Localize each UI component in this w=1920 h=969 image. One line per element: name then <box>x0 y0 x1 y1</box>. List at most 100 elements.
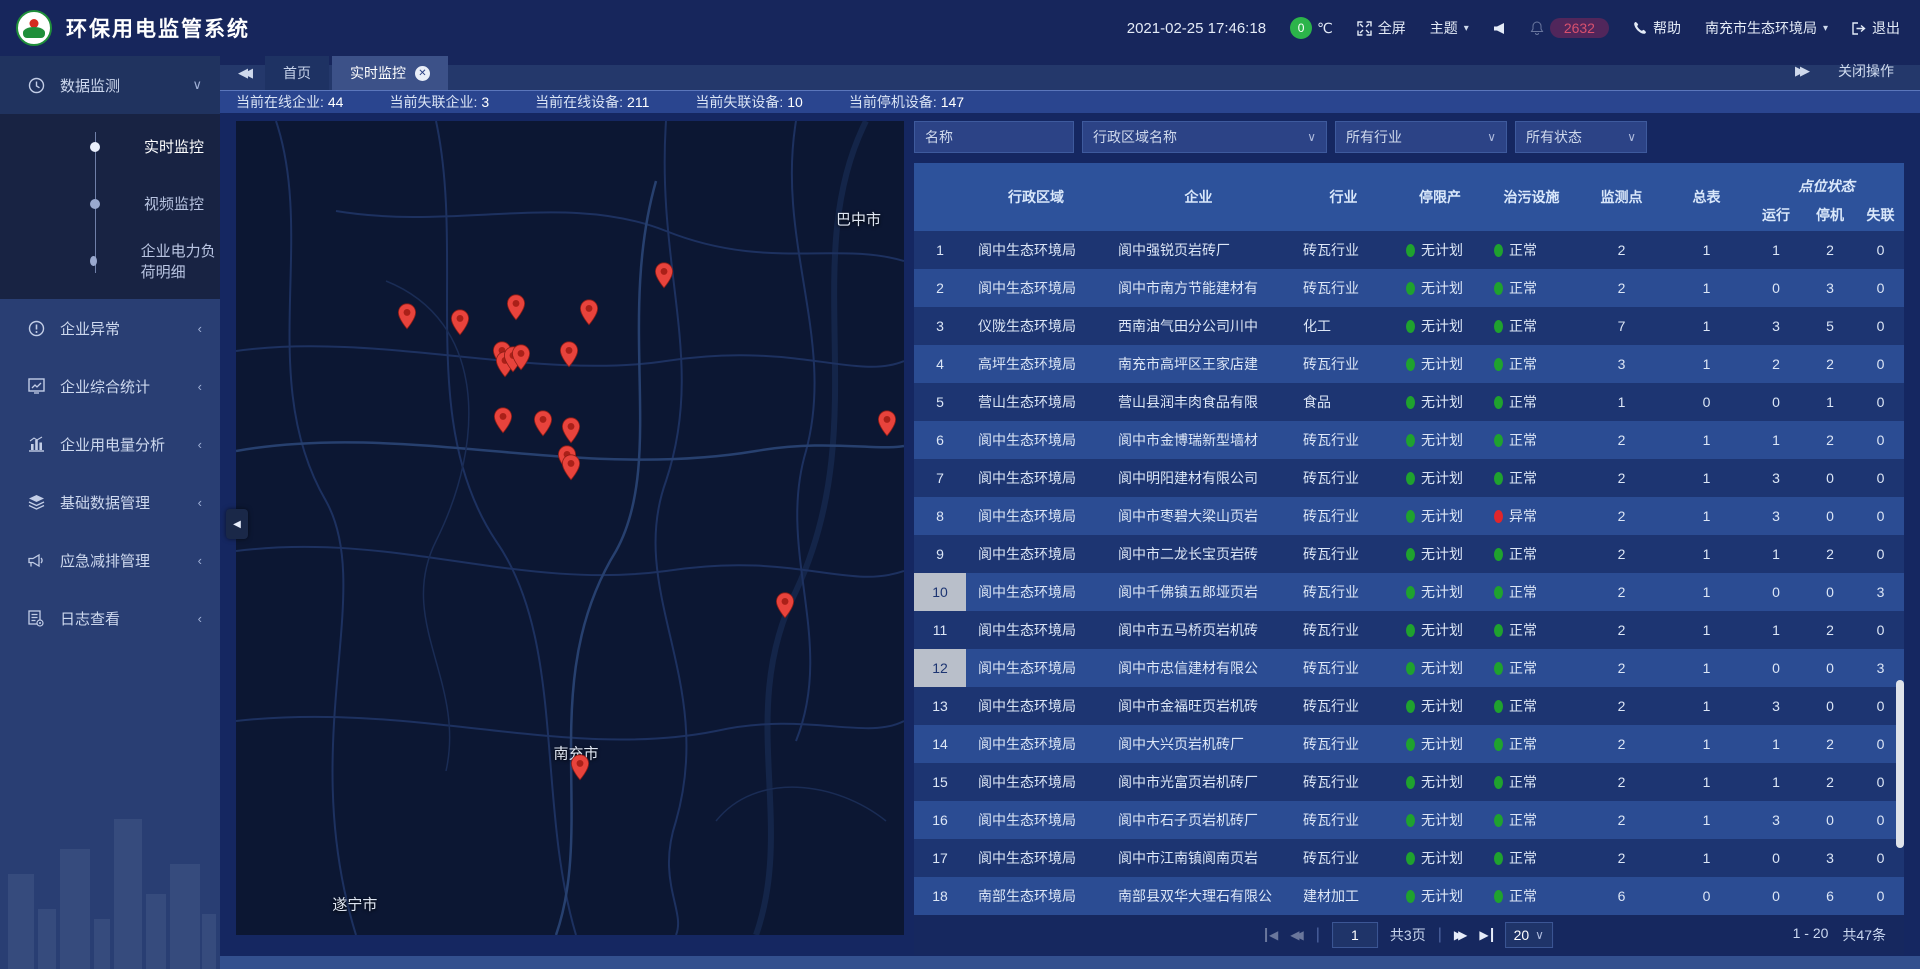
table-row[interactable]: 11阆中生态环境局阆中市五马桥页岩机砖砖瓦行业无计划正常21120 <box>914 611 1904 649</box>
cell-industry: 化工 <box>1291 307 1396 345</box>
sidebar-item-base-data[interactable]: 基础数据管理 ‹ <box>0 473 220 531</box>
cell-facility: 正常 <box>1484 573 1579 611</box>
table-row[interactable]: 1阆中生态环境局阆中强锐页岩砖厂砖瓦行业无计划正常21120 <box>914 231 1904 269</box>
cell-production: 无计划 <box>1396 573 1484 611</box>
cell-region: 营山生态环境局 <box>966 383 1106 421</box>
megaphone-icon <box>26 553 46 568</box>
sidebar-item-data-monitoring[interactable]: 数据监测 ∨ <box>0 56 220 114</box>
sidebar-item-enterprise-statistics[interactable]: 企业综合统计 ‹ <box>0 357 220 415</box>
map-marker-pin-icon[interactable] <box>511 344 531 376</box>
cell-monitor: 2 <box>1579 573 1664 611</box>
cell-run: 3 <box>1749 497 1803 535</box>
row-index: 10 <box>914 573 966 611</box>
notification-area[interactable]: 2632 <box>1530 18 1609 38</box>
map-marker-pin-icon[interactable] <box>877 410 897 442</box>
filter-bar: 行政区域名称∨ 所有行业∨ 所有状态∨ <box>914 121 1904 153</box>
sidebar-item-log-view[interactable]: 日志查看 ‹ <box>0 589 220 647</box>
close-operations-button[interactable]: 关闭操作 <box>1838 61 1894 81</box>
row-index: 18 <box>914 877 966 915</box>
cell-run: 3 <box>1749 459 1803 497</box>
map-marker-pin-icon[interactable] <box>450 309 470 341</box>
tab-scroll-left-icon[interactable]: ◀◀ <box>238 65 253 81</box>
org-dropdown[interactable]: 南充市生态环境局 ▾ <box>1705 18 1828 38</box>
table-row[interactable]: 18南部生态环境局南部县双华大理石有限公建材加工无计划正常60060 <box>914 877 1904 915</box>
table-row[interactable]: 6阆中生态环境局阆中市金博瑞新型墙材砖瓦行业无计划正常21120 <box>914 421 1904 459</box>
sidebar-item-enterprise-abnormal[interactable]: 企业异常 ‹ <box>0 299 220 357</box>
theme-dropdown[interactable]: 主题 ▾ <box>1430 18 1469 38</box>
map-marker-pin-icon[interactable] <box>570 754 590 786</box>
cell-meter: 1 <box>1664 231 1749 269</box>
industry-filter-select[interactable]: 所有行业∨ <box>1335 121 1507 153</box>
map-marker-pin-icon[interactable] <box>775 592 795 624</box>
table-row[interactable]: 12阆中生态环境局阆中市忠信建材有限公砖瓦行业无计划正常21003 <box>914 649 1904 687</box>
table-row[interactable]: 7阆中生态环境局阆中明阳建材有限公司砖瓦行业无计划正常21300 <box>914 459 1904 497</box>
sidebar-item-video-monitoring[interactable]: 视频监控 <box>0 175 220 232</box>
map-marker-pin-icon[interactable] <box>559 341 579 373</box>
region-filter-select[interactable]: 行政区域名称∨ <box>1082 121 1327 153</box>
table-row[interactable]: 10阆中生态环境局阆中千佛镇五郎垭页岩砖瓦行业无计划正常21003 <box>914 573 1904 611</box>
last-page-button[interactable]: ▶ <box>1479 928 1492 942</box>
cell-facility: 正常 <box>1484 535 1579 573</box>
table-row[interactable]: 9阆中生态环境局阆中市二龙长宝页岩砖砖瓦行业无计划正常21120 <box>914 535 1904 573</box>
tab-realtime-monitoring[interactable]: 实时监控 ✕ <box>332 56 448 90</box>
map-marker-pin-icon[interactable] <box>654 262 674 294</box>
table-row[interactable]: 4高坪生态环境局南充市高坪区王家店建砖瓦行业无计划正常31220 <box>914 345 1904 383</box>
cell-monitor: 2 <box>1579 269 1664 307</box>
stat-offline-enterprises: 当前失联企业:3 <box>389 92 489 112</box>
page-size-select[interactable]: 20 ∨ <box>1505 922 1553 948</box>
page-number-input[interactable]: 1 <box>1332 922 1378 948</box>
sidebar-item-electricity-analysis[interactable]: 企业用电量分析 ‹ <box>0 415 220 473</box>
map[interactable]: 巴中市南充市遂宁市 <box>236 121 904 935</box>
tab-home[interactable]: 首页 <box>265 56 329 90</box>
next-page-button[interactable]: ▶▶ <box>1454 928 1467 942</box>
cell-lost: 0 <box>1857 383 1904 421</box>
help-button[interactable]: 帮助 <box>1633 18 1681 38</box>
map-marker-pin-icon[interactable] <box>493 407 513 439</box>
status-filter-select[interactable]: 所有状态∨ <box>1515 121 1647 153</box>
logout-button[interactable]: 退出 <box>1852 18 1900 38</box>
table-row[interactable]: 14阆中生态环境局阆中大兴页岩机砖厂砖瓦行业无计划正常21120 <box>914 725 1904 763</box>
table-row[interactable]: 5营山生态环境局营山县润丰肉食品有限食品无计划正常10010 <box>914 383 1904 421</box>
table-row[interactable]: 15阆中生态环境局阆中市光富页岩机砖厂砖瓦行业无计划正常21120 <box>914 763 1904 801</box>
cell-monitor: 6 <box>1579 877 1664 915</box>
table-row[interactable]: 2阆中生态环境局阆中市南方节能建材有砖瓦行业无计划正常21030 <box>914 269 1904 307</box>
map-marker-pin-icon[interactable] <box>579 299 599 331</box>
cell-region: 阆中生态环境局 <box>966 497 1106 535</box>
sidebar-item-power-load-detail[interactable]: 企业电力负荷明细 <box>0 232 220 289</box>
vertical-scrollbar[interactable] <box>1896 680 1904 848</box>
col-lost: 失联 <box>1857 198 1904 231</box>
sidebar-item-realtime-monitoring[interactable]: 实时监控 <box>0 118 220 175</box>
map-marker-pin-icon[interactable] <box>506 294 526 326</box>
cell-lost: 0 <box>1857 459 1904 497</box>
record-range: 1 - 20 <box>1793 925 1829 945</box>
first-page-button[interactable]: ◀ <box>1265 928 1278 942</box>
prev-page-button[interactable]: ◀◀ <box>1290 928 1303 942</box>
table-row[interactable]: 8阆中生态环境局阆中市枣碧大梁山页岩砖瓦行业无计划异常21300 <box>914 497 1904 535</box>
map-marker-pin-icon[interactable] <box>397 303 417 335</box>
cell-monitor: 2 <box>1579 459 1664 497</box>
pagination-bar: ◀ ◀◀ | 1 共3页 | ▶▶ ▶ 20 ∨ 1 - <box>914 915 1904 955</box>
col-region: 行政区域 <box>966 163 1106 231</box>
cell-industry: 食品 <box>1291 383 1396 421</box>
cell-region: 阆中生态环境局 <box>966 801 1106 839</box>
chevron-down-icon: ∨ <box>1627 130 1636 144</box>
cell-monitor: 2 <box>1579 535 1664 573</box>
table-row[interactable]: 13阆中生态环境局阆中市金福旺页岩机砖砖瓦行业无计划正常21300 <box>914 687 1904 725</box>
table-row[interactable]: 17阆中生态环境局阆中市江南镇阆南页岩砖瓦行业无计划正常21030 <box>914 839 1904 877</box>
chevron-down-icon: ▾ <box>1464 23 1469 34</box>
map-marker-pin-icon[interactable] <box>533 410 553 442</box>
map-marker-pin-icon[interactable] <box>561 454 581 486</box>
name-filter-input[interactable] <box>914 121 1074 153</box>
mute-button[interactable] <box>1493 22 1506 35</box>
row-index: 11 <box>914 611 966 649</box>
panel-collapse-button[interactable]: ◀ <box>226 509 248 539</box>
fullscreen-button[interactable]: 全屏 <box>1357 18 1406 38</box>
tab-scroll-right-icon[interactable]: ▶▶ <box>1795 63 1810 79</box>
close-icon[interactable]: ✕ <box>415 66 430 81</box>
chevron-left-icon: ‹ <box>198 379 202 394</box>
status-dot-icon <box>1494 510 1503 523</box>
sidebar-item-emergency-reduction[interactable]: 应急减排管理 ‹ <box>0 531 220 589</box>
table-row[interactable]: 16阆中生态环境局阆中市石子页岩机砖厂砖瓦行业无计划正常21300 <box>914 801 1904 839</box>
status-dot-icon <box>1494 244 1503 257</box>
table-row[interactable]: 3仪陇生态环境局西南油气田分公司川中化工无计划正常71350 <box>914 307 1904 345</box>
